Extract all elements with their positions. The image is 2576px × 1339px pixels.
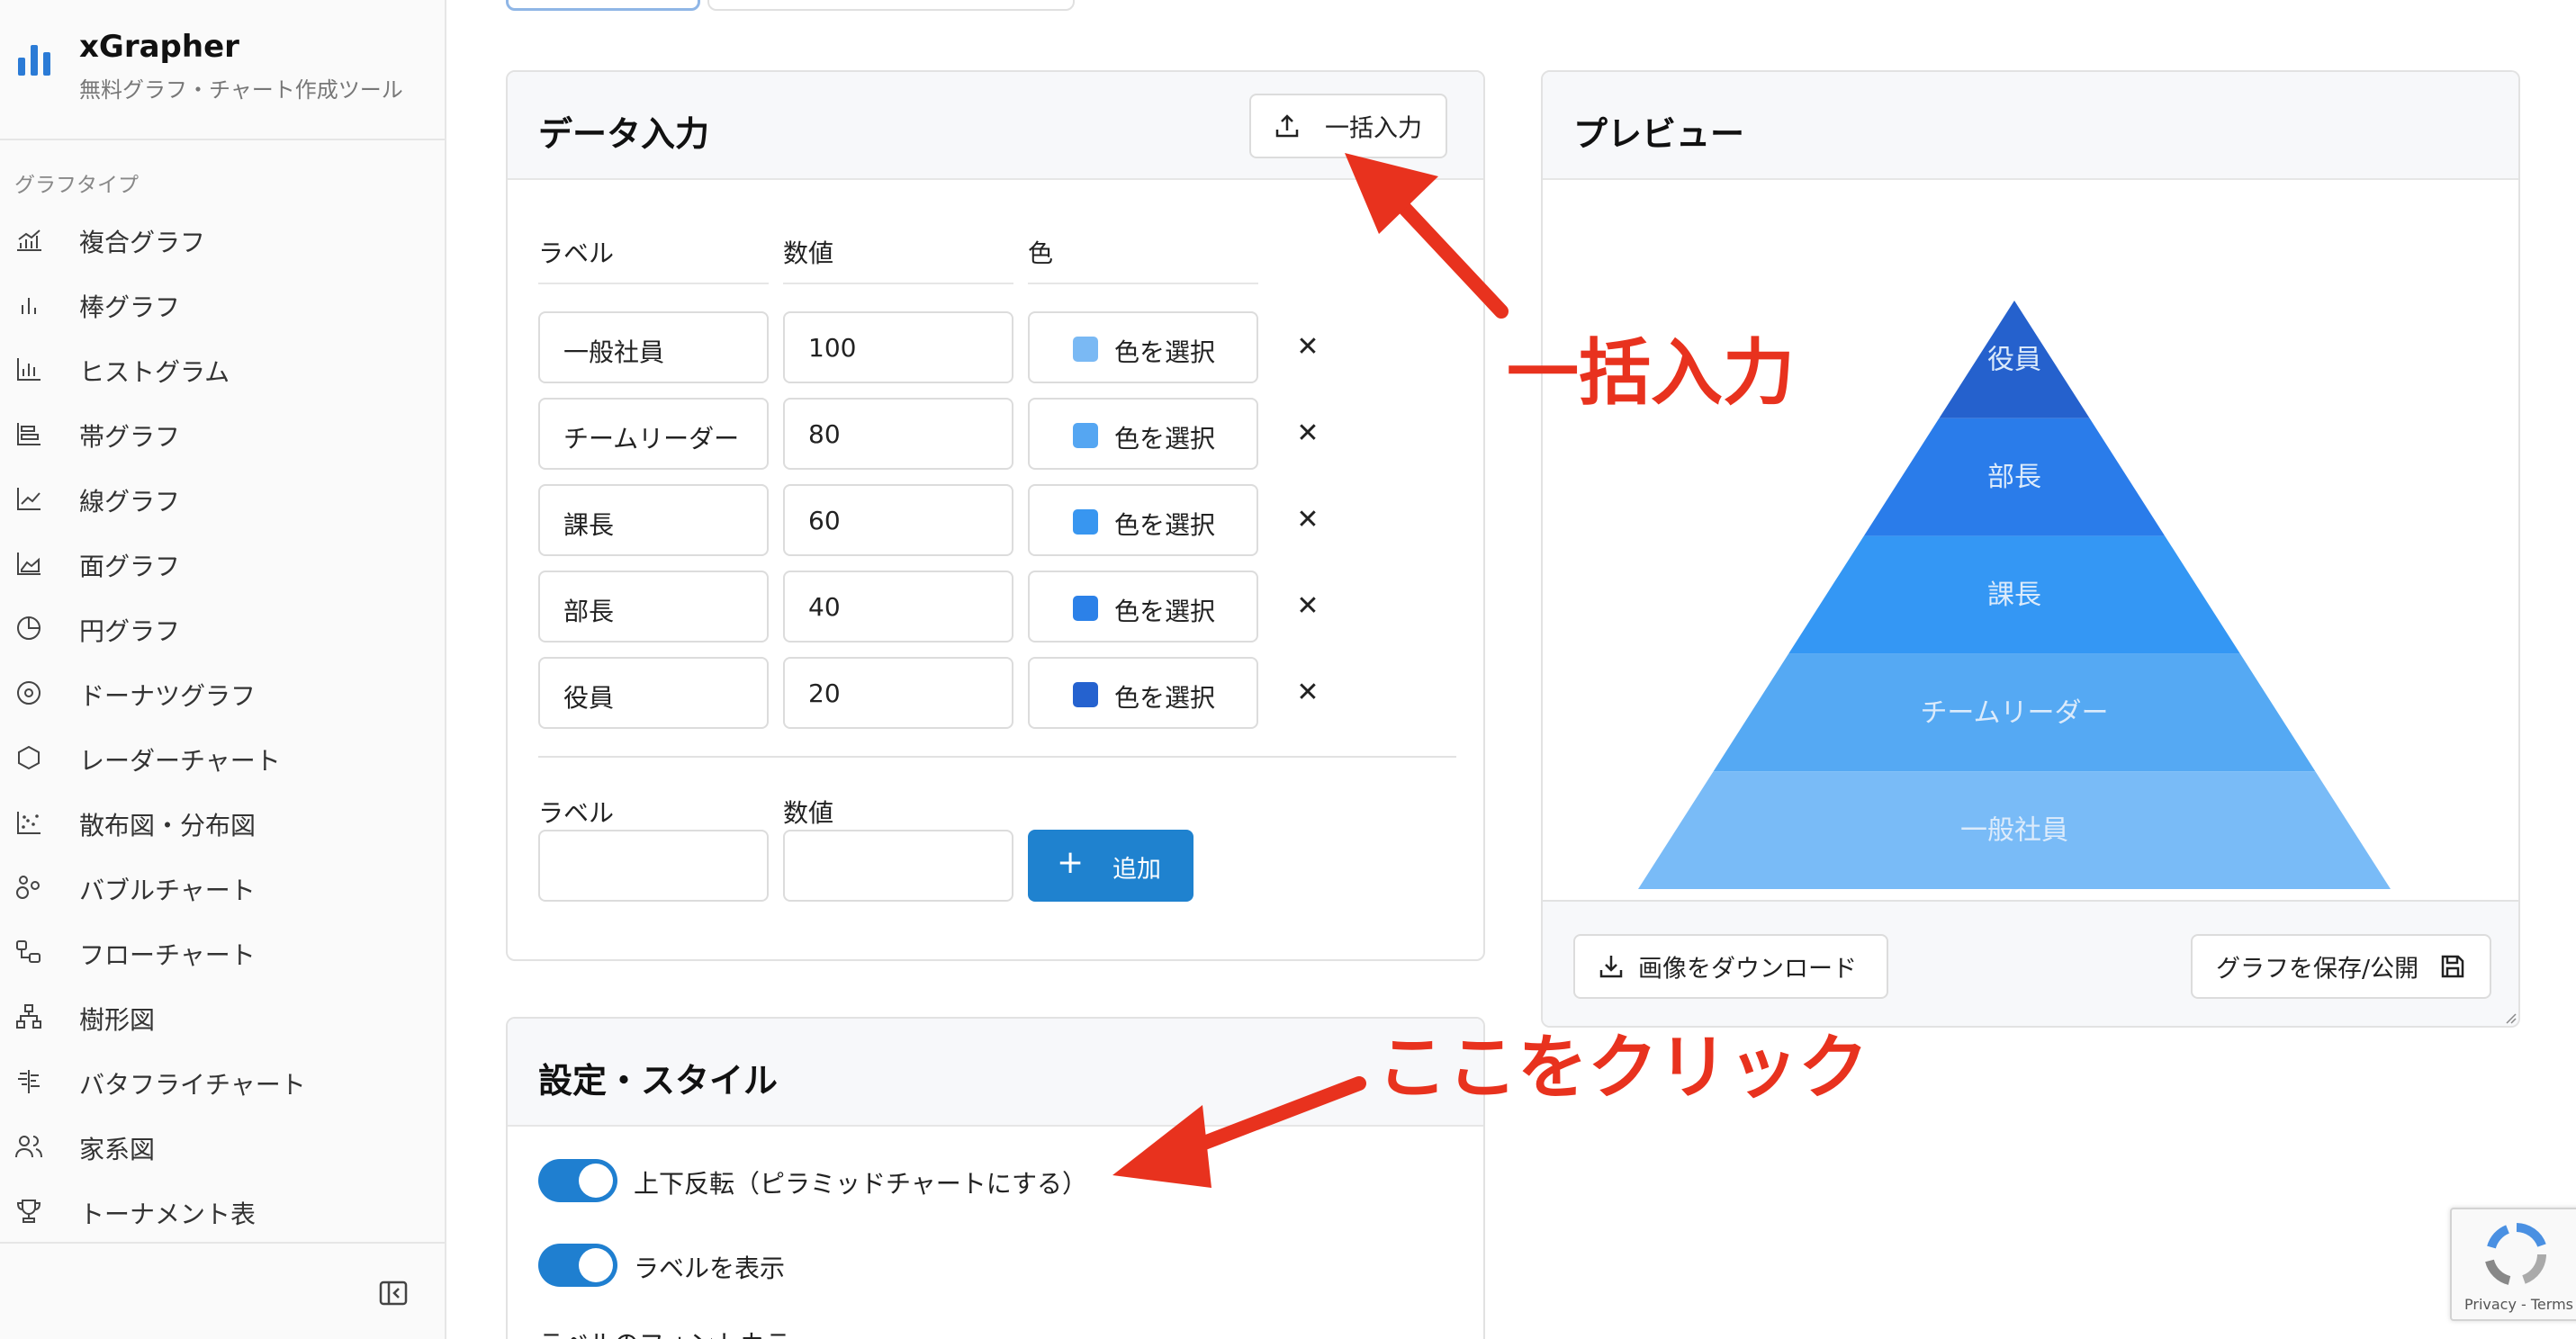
annotation-bulk-input: 一括入力 [1507, 331, 1795, 415]
annotation-arrows [1112, 153, 1509, 1188]
recaptcha-badge[interactable]: Privacy - Terms [2450, 1208, 2576, 1321]
annotation-arrow-click [1174, 1076, 1366, 1159]
annotation-arrow-bulk [1386, 189, 1509, 319]
recaptcha-text: Privacy - Terms [2464, 1296, 2573, 1313]
annotation-arrowhead-click [1112, 1105, 1211, 1188]
recaptcha-icon [2485, 1223, 2546, 1285]
annotation-click-here: ここをクリック [1377, 1028, 1869, 1109]
